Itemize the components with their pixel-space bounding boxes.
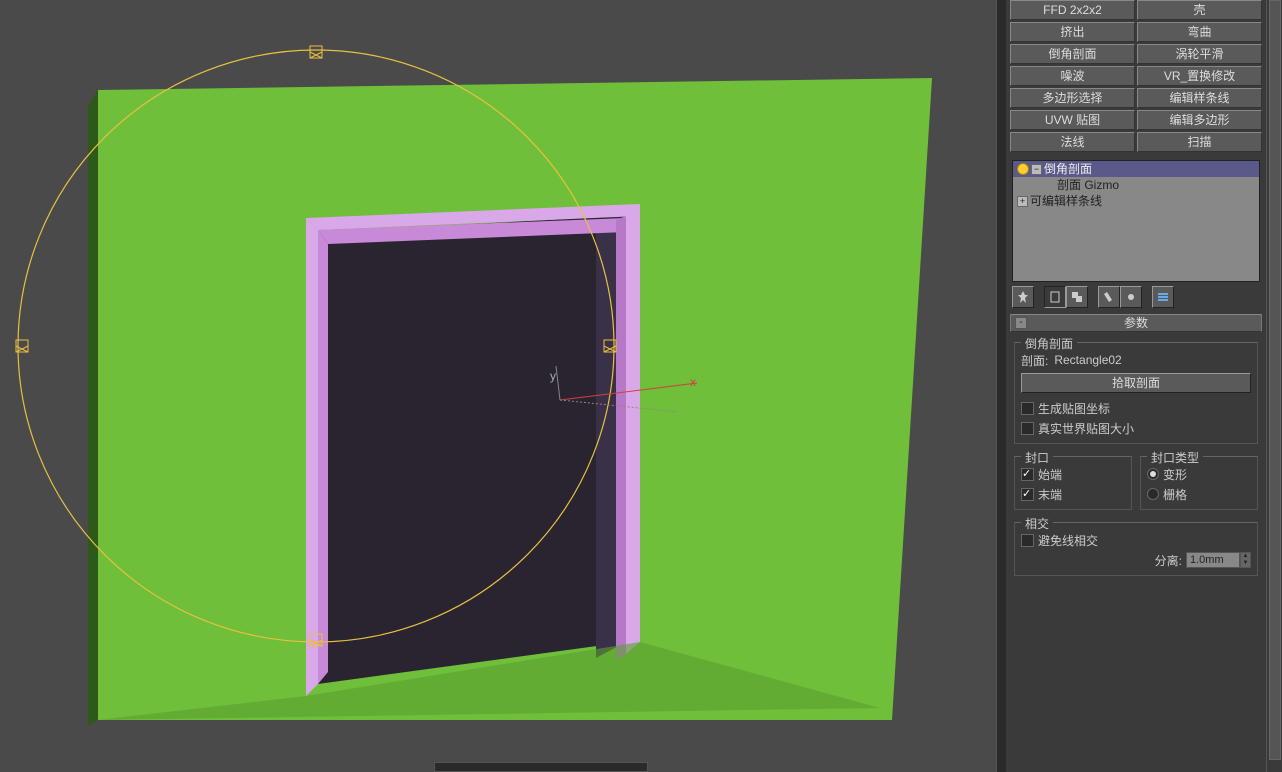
group-capping: 封口 始端 末端 (1014, 456, 1132, 510)
modifier-buttons-grid: FFD 2x2x2 壳 挤出 弯曲 倒角剖面 涡轮平滑 噪波 VR_置换修改 多… (1006, 0, 1266, 156)
remove-modifier-button[interactable] (1098, 286, 1120, 308)
params-body: 倒角剖面 剖面: Rectangle02 拾取剖面 生成贴图坐标 真实世界贴图大… (1010, 334, 1262, 588)
frame-right-inner (616, 216, 626, 660)
gen-map-coords-label: 生成贴图坐标 (1038, 400, 1110, 417)
mod-uvwmap[interactable]: UVW 贴图 (1010, 110, 1135, 130)
stack-item-label: 可编辑样条线 (1030, 193, 1102, 209)
stack-item-bevelprofile[interactable]: − 倒角剖面 (1013, 161, 1259, 177)
axis-y-label: y (550, 369, 556, 383)
stack-child-label: 剖面 Gizmo (1057, 177, 1119, 193)
rollout-title: 参数 (1124, 316, 1148, 330)
group-bevelprofile: 倒角剖面 剖面: Rectangle02 拾取剖面 生成贴图坐标 真实世界贴图大… (1014, 342, 1258, 444)
frame-left-outer (306, 218, 318, 696)
stack-item-editspline[interactable]: + 可编辑样条线 (1013, 193, 1259, 209)
mod-shell[interactable]: 壳 (1137, 0, 1262, 20)
real-world-checkbox[interactable] (1021, 422, 1034, 435)
lightbulb-icon[interactable] (1017, 163, 1029, 175)
viewport-timeline-slider[interactable] (434, 762, 648, 772)
group-captype: 封口类型 变形 栅格 (1140, 456, 1258, 510)
captype-morph-label: 变形 (1163, 466, 1187, 483)
avoid-intersect-label: 避免线相交 (1038, 532, 1098, 549)
stack-toolbar (1012, 286, 1260, 308)
mod-polyselect[interactable]: 多边形选择 (1010, 88, 1135, 108)
group-title: 封口 (1021, 449, 1053, 466)
captype-morph-radio[interactable] (1147, 468, 1159, 480)
configure-sets-button[interactable] (1120, 286, 1142, 308)
group-title: 相交 (1021, 515, 1053, 532)
show-end-result-button[interactable] (1044, 286, 1066, 308)
mod-editspline[interactable]: 编辑样条线 (1137, 88, 1262, 108)
viewport-3d[interactable]: x y (0, 0, 996, 772)
group-intersect: 相交 避免线相交 分离: ▲▼ (1014, 522, 1258, 576)
gen-map-coords-checkbox[interactable] (1021, 402, 1034, 415)
cap-start-label: 始端 (1038, 466, 1062, 483)
modifier-stack[interactable]: − 倒角剖面 剖面 Gizmo + 可编辑样条线 (1012, 160, 1260, 282)
pin-stack-button[interactable] (1012, 286, 1034, 308)
group-title: 封口类型 (1147, 449, 1203, 466)
spinner-arrows[interactable]: ▲▼ (1240, 552, 1251, 568)
mod-bevelprofile[interactable]: 倒角剖面 (1010, 44, 1135, 64)
frame-right-outer (626, 204, 640, 654)
stack-item-gizmo[interactable]: 剖面 Gizmo (1013, 177, 1259, 193)
cap-end-checkbox[interactable] (1021, 488, 1034, 501)
scrollbar-thumb[interactable] (1269, 0, 1281, 760)
viewport-scrollbar[interactable] (996, 0, 1006, 772)
mod-extrude[interactable]: 挤出 (1010, 22, 1135, 42)
mod-normal[interactable]: 法线 (1010, 132, 1135, 152)
cap-start-checkbox[interactable] (1021, 468, 1034, 481)
expand-icon[interactable]: + (1017, 196, 1028, 207)
captype-grid-radio[interactable] (1147, 488, 1159, 500)
separation-spinner[interactable]: ▲▼ (1186, 552, 1251, 568)
collapse-icon[interactable]: - (1015, 317, 1027, 329)
group-title: 倒角剖面 (1021, 335, 1077, 352)
make-unique-button[interactable] (1066, 286, 1088, 308)
real-world-label: 真实世界贴图大小 (1038, 420, 1134, 437)
mod-ffd[interactable]: FFD 2x2x2 (1010, 0, 1135, 20)
captype-grid-label: 栅格 (1163, 486, 1187, 503)
mod-noise[interactable]: 噪波 (1010, 66, 1135, 86)
command-panel: FFD 2x2x2 壳 挤出 弯曲 倒角剖面 涡轮平滑 噪波 VR_置换修改 多… (1006, 0, 1266, 772)
profile-label: 剖面: (1021, 352, 1048, 369)
profile-value: Rectangle02 (1054, 353, 1121, 367)
mod-sweep[interactable]: 扫描 (1137, 132, 1262, 152)
axis-x-label: x (690, 375, 696, 389)
expand-icon[interactable]: − (1031, 164, 1042, 175)
wall-side (88, 90, 98, 726)
frame-left-inner (318, 230, 328, 684)
rollout-header-params[interactable]: - 参数 (1010, 314, 1262, 332)
handle-top[interactable] (310, 46, 322, 58)
pick-profile-button[interactable]: 拾取剖面 (1021, 373, 1251, 393)
panel-scrollbar[interactable] (1266, 0, 1282, 772)
mod-bend[interactable]: 弯曲 (1137, 22, 1262, 42)
cap-end-label: 末端 (1038, 486, 1062, 503)
separation-input[interactable] (1186, 552, 1240, 568)
modifier-sets-button[interactable] (1152, 286, 1174, 308)
separation-label: 分离: (1155, 552, 1182, 569)
stack-item-label: 倒角剖面 (1044, 161, 1092, 177)
mod-editpoly[interactable]: 编辑多边形 (1137, 110, 1262, 130)
avoid-intersect-checkbox[interactable] (1021, 534, 1034, 547)
opening-interior (318, 216, 626, 684)
mod-vrdisplace[interactable]: VR_置换修改 (1137, 66, 1262, 86)
mod-turbosmooth[interactable]: 涡轮平滑 (1137, 44, 1262, 64)
